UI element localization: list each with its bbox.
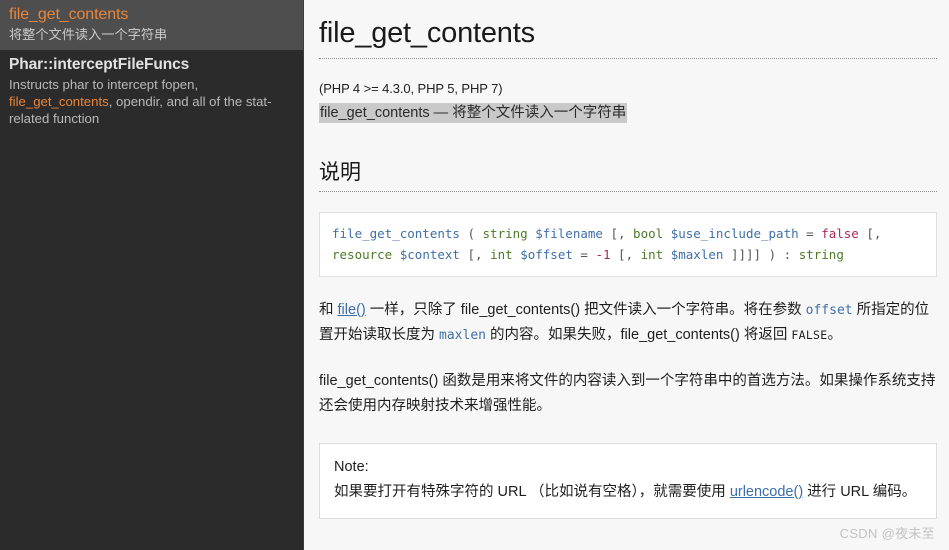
version-info: (PHP 4 >= 4.3.0, PHP 5, PHP 7)	[319, 81, 503, 96]
inline-constant-false: FALSE	[791, 328, 828, 342]
note-box: Note: 如果要打开有特殊字符的 URL （比如说有空格），就需要使用 url…	[319, 443, 937, 519]
inline-code-maxlen: maxlen	[439, 328, 486, 343]
title-divider	[319, 58, 937, 59]
signature-default-1: false	[821, 226, 859, 241]
para1-text-e: 。	[827, 327, 843, 343]
signature-param-4: $offset	[520, 247, 573, 262]
signature-type-3: resource	[332, 247, 393, 262]
description-paragraph-2: file_get_contents() 函数是用来将文件的内容读入到一个字符串中…	[319, 373, 936, 414]
signature-param-1: $filename	[535, 226, 603, 241]
desc-prefix: Instructs phar to intercept fopen,	[9, 77, 199, 92]
description-paragraph-1: 和 file() 一样，只除了 file_get_contents() 把文件读…	[319, 298, 937, 348]
signature-eq-1: =	[798, 226, 822, 241]
documentation-viewer: file_get_contents 将整个文件读入一个字符串 Phar::int…	[0, 0, 949, 550]
page-title: file_get_contents	[319, 17, 535, 49]
signature-punc-5: ]]]] ) :	[723, 247, 799, 262]
sidebar-item-phar-interceptfilefuncs[interactable]: Phar::interceptFileFuncs Instructs phar …	[0, 50, 303, 134]
link-urlencode-function[interactable]: urlencode()	[730, 484, 803, 500]
inline-code-offset: offset	[805, 303, 853, 318]
signature-open-paren: (	[459, 226, 483, 241]
note-body: 如果要打开有特殊字符的 URL （比如说有空格），就需要使用 urlencode…	[334, 480, 922, 504]
short-description: file_get_contents — 将整个文件读入一个字符串	[319, 103, 628, 123]
note-label: Note:	[334, 459, 369, 475]
section-heading-description: 说明	[319, 161, 361, 184]
para1-text-d: 的内容。如果失败，file_get_contents() 将返回	[486, 327, 792, 343]
signature-return-type: string	[798, 247, 844, 262]
para1-text-a: 和	[319, 302, 338, 318]
doc-content-panel: file_get_contents (PHP 4 >= 4.3.0, PHP 5…	[304, 0, 949, 550]
note-text-after: 进行 URL 编码。	[803, 484, 917, 500]
para1-text-b: 一样，只除了 file_get_contents() 把文件读入一个字符串。将在…	[365, 302, 806, 318]
autocomplete-sidebar: file_get_contents 将整个文件读入一个字符串 Phar::int…	[0, 0, 304, 550]
sidebar-item-description: Instructs phar to intercept fopen, file_…	[9, 76, 294, 127]
note-text-before: 如果要打开有特殊字符的 URL （比如说有空格），就需要使用	[334, 484, 730, 500]
desc-highlight-term: file_get_contents	[9, 94, 109, 109]
signature-type-4: int	[490, 247, 513, 262]
signature-punc-1: [,	[602, 226, 634, 241]
function-signature-block: file_get_contents ( string $filename [, …	[319, 212, 937, 277]
link-file-function[interactable]: file()	[338, 302, 366, 318]
signature-type-2: bool	[633, 226, 664, 241]
signature-type-1: string	[482, 226, 528, 241]
signature-punc-2: [,	[858, 226, 882, 241]
signature-type-5: int	[640, 247, 664, 262]
description-divider	[319, 191, 937, 192]
sidebar-item-title: Phar::interceptFileFuncs	[9, 56, 190, 73]
signature-param-5: $maxlen	[670, 247, 724, 262]
watermark: CSDN @夜未至	[839, 526, 935, 541]
signature-param-2: $use_include_path	[670, 226, 799, 241]
sidebar-item-file-get-contents[interactable]: file_get_contents 将整个文件读入一个字符串	[0, 0, 303, 50]
signature-param-3: $context	[399, 247, 460, 262]
sidebar-item-description: 将整个文件读入一个字符串	[9, 27, 168, 42]
signature-punc-3: [,	[459, 247, 491, 262]
signature-eq-2: =	[572, 247, 596, 262]
signature-function-name: file_get_contents	[332, 226, 460, 241]
sidebar-item-title: file_get_contents	[9, 6, 129, 23]
signature-punc-4: [,	[610, 247, 641, 262]
signature-default-2: -1	[595, 247, 611, 262]
